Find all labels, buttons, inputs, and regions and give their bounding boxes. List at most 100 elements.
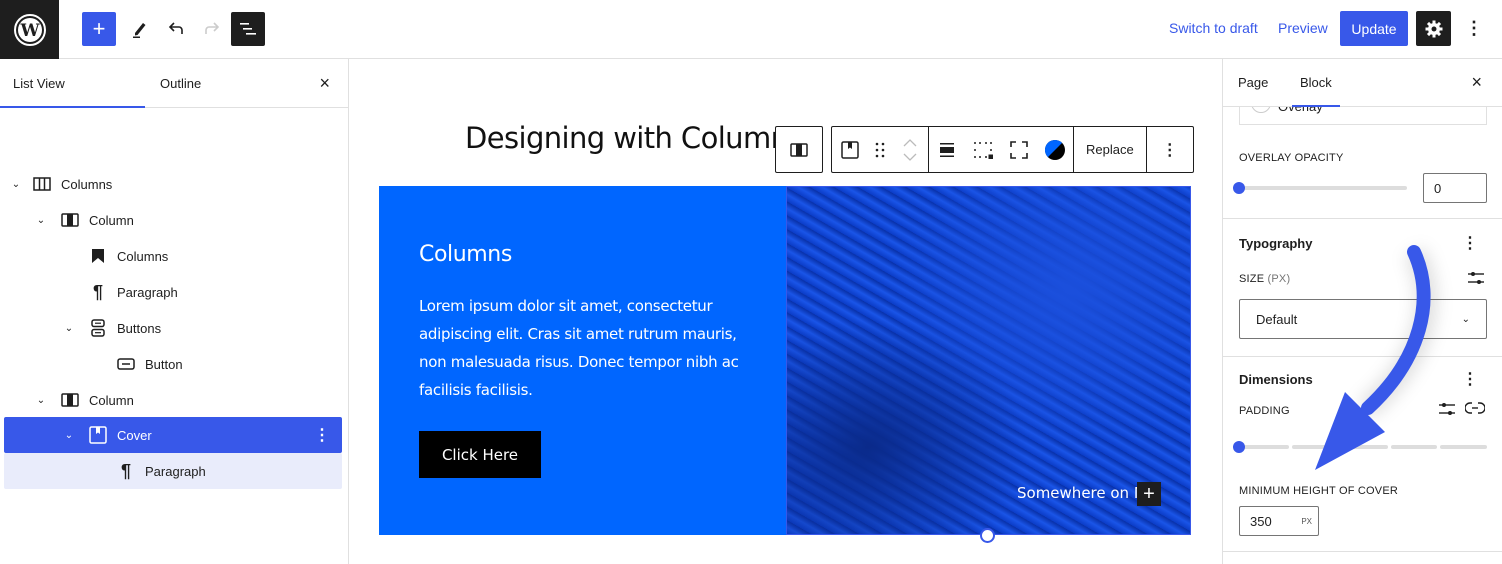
tree-item-paragraph[interactable]: ¶ Paragraph <box>4 453 342 489</box>
unlink-sides-button[interactable] <box>1464 401 1486 420</box>
overlay-opacity-slider-thumb[interactable] <box>1233 182 1245 194</box>
click-here-button[interactable]: Click Here <box>419 431 541 478</box>
chevron-up-icon[interactable] <box>903 138 917 147</box>
column-paragraph[interactable]: Lorem ipsum dolor sit amet, consectetur … <box>419 292 749 404</box>
tab-outline[interactable]: Outline <box>160 59 201 107</box>
full-height-toggle-button[interactable] <box>1001 127 1037 172</box>
block-options-button[interactable]: ⋮ <box>1147 127 1193 172</box>
font-size-select[interactable]: Default ⌄ <box>1239 299 1487 339</box>
padding-custom-toggle-button[interactable] <box>1438 401 1456 422</box>
tree-item-buttons[interactable]: ⌄ Buttons <box>4 310 342 346</box>
tree-item-button[interactable]: Button <box>4 346 342 382</box>
tree-item-cover[interactable]: ⌄ Cover ⋮ <box>4 417 342 453</box>
tree-item-column[interactable]: ⌄ Column <box>4 382 342 418</box>
tree-item-label: Columns <box>61 176 113 192</box>
preview-link[interactable]: Preview <box>1278 20 1328 36</box>
size-unit: (PX) <box>1267 273 1291 285</box>
tree-item-label: Button <box>145 356 183 372</box>
divider <box>1223 218 1502 219</box>
wordpress-logo-button[interactable]: W <box>0 0 59 59</box>
padding-slider-segment[interactable] <box>1391 445 1437 449</box>
bookmark-icon <box>88 246 108 266</box>
chevron-down-icon[interactable]: ⌄ <box>10 178 22 190</box>
column-icon <box>790 142 808 157</box>
move-up-down-buttons[interactable] <box>892 127 928 172</box>
block-type-button[interactable] <box>832 127 868 172</box>
settings-button[interactable] <box>1416 11 1451 46</box>
min-height-value: 350 <box>1250 513 1272 529</box>
chevron-down-icon[interactable]: ⌄ <box>63 322 75 334</box>
cover-block[interactable]: Somewhere on M + <box>786 186 1191 535</box>
redo-icon <box>205 22 220 34</box>
drag-handle[interactable] <box>868 127 892 172</box>
cover-icon <box>88 425 108 445</box>
padding-slider-thumb[interactable] <box>1233 441 1245 453</box>
content-position-button[interactable] <box>965 127 1001 172</box>
dimensions-title[interactable]: Dimensions <box>1239 372 1313 387</box>
typography-title[interactable]: Typography <box>1239 236 1312 251</box>
close-sidebar-button[interactable]: × <box>1471 72 1482 93</box>
buttons-icon <box>88 318 108 338</box>
align-button[interactable] <box>929 127 965 172</box>
chevron-down-icon[interactable]: ⌄ <box>63 429 75 441</box>
undo-button[interactable] <box>159 12 193 46</box>
list-view-toggle-button[interactable] <box>231 12 265 46</box>
close-list-view-button[interactable]: × <box>319 73 330 94</box>
editor-canvas: Designing with Columns Columns Lorem ips… <box>349 59 1222 564</box>
settings-sliders-icon <box>1468 272 1484 284</box>
add-block-button[interactable]: + <box>82 12 116 46</box>
left-column-block[interactable]: Columns Lorem ipsum dolor sit amet, cons… <box>379 186 786 535</box>
duotone-icon <box>1044 139 1065 160</box>
options-menu-button[interactable]: ⋮ <box>1462 11 1486 46</box>
chevron-down-icon[interactable] <box>903 153 917 161</box>
cover-paragraph[interactable]: Somewhere on M <box>1017 484 1147 502</box>
more-vertical-icon: ⋮ <box>1465 18 1483 38</box>
custom-size-toggle-button[interactable] <box>1467 270 1485 291</box>
column-icon <box>60 210 80 230</box>
page-title[interactable]: Designing with Columns <box>465 121 804 155</box>
paragraph-icon: ¶ <box>92 281 103 302</box>
padding-slider-segment[interactable] <box>1440 445 1487 449</box>
more-vertical-icon: ⋮ <box>1161 141 1178 159</box>
link-icon <box>1464 402 1486 414</box>
redo-button[interactable] <box>195 12 229 46</box>
tree-item-paragraph[interactable]: ¶ Paragraph <box>4 274 342 310</box>
tree-item-column[interactable]: ⌄ Column <box>4 202 342 238</box>
tree-item-columns[interactable]: ⌄ Columns <box>4 166 342 202</box>
duotone-button[interactable] <box>1037 127 1073 172</box>
padding-slider-segment[interactable] <box>1239 445 1289 449</box>
tree-item-label: Cover <box>117 427 152 443</box>
dimensions-options-button[interactable]: ⋮ <box>1462 369 1478 389</box>
tab-page[interactable]: Page <box>1238 59 1268 106</box>
chevron-down-icon: ⌄ <box>1461 313 1470 325</box>
column-heading[interactable]: Columns <box>419 242 512 267</box>
wordpress-icon: W <box>13 13 46 46</box>
tab-block[interactable]: Block <box>1292 59 1340 107</box>
tab-list-view[interactable]: List View <box>0 59 145 108</box>
drag-icon <box>875 142 885 157</box>
replace-button[interactable]: Replace <box>1074 127 1146 172</box>
chevron-down-icon[interactable]: ⌄ <box>35 214 47 226</box>
parent-select-group <box>775 126 823 173</box>
tab-label: Outline <box>160 75 202 91</box>
add-block-inserter-button[interactable]: + <box>1137 482 1161 506</box>
tree-item-label: Columns <box>117 248 169 264</box>
tree-item-heading[interactable]: Columns <box>4 238 342 274</box>
typography-options-button[interactable]: ⋮ <box>1462 233 1478 253</box>
overlay-opacity-input[interactable]: 0 <box>1423 173 1487 203</box>
overlay-opacity-slider-track[interactable] <box>1239 186 1407 190</box>
top-toolbar: W + Switch to draft Preview Update ⋮ <box>0 0 1502 59</box>
block-toolbar: Replace ⋮ <box>775 126 1194 173</box>
switch-to-draft-link[interactable]: Switch to draft <box>1169 20 1258 36</box>
min-height-input[interactable]: 350 PX <box>1239 506 1319 536</box>
list-view-tabs: List View Outline × <box>0 59 348 108</box>
padding-slider-segment[interactable] <box>1292 445 1388 449</box>
select-parent-column-button[interactable] <box>776 127 822 172</box>
divider <box>1223 551 1502 552</box>
resize-handle[interactable] <box>980 528 995 543</box>
more-vertical-icon[interactable]: ⋮ <box>314 425 330 445</box>
tools-button[interactable] <box>123 12 157 46</box>
chevron-down-icon[interactable]: ⌄ <box>35 394 47 406</box>
plus-icon: + <box>1143 482 1155 505</box>
update-button[interactable]: Update <box>1340 11 1408 46</box>
